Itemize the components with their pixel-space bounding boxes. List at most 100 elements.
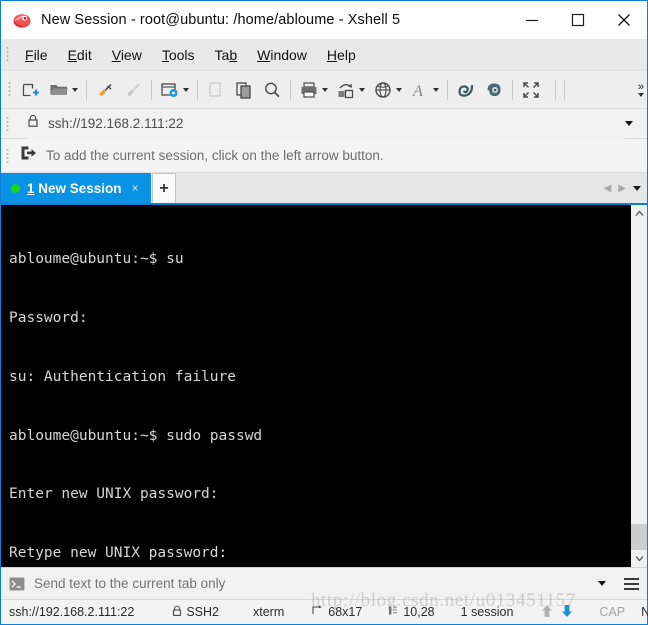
xshell-logo-icon: [11, 9, 33, 31]
terminal-scrollbar[interactable]: [630, 205, 647, 567]
compose-bar-button[interactable]: [452, 75, 480, 105]
menu-item-tools[interactable]: Tools: [152, 43, 205, 67]
print-caret-icon[interactable]: [322, 87, 328, 92]
send-text-dropdown-icon[interactable]: [598, 581, 606, 586]
status-host: ssh://192.168.2.111:22: [9, 605, 135, 619]
menu-tools-rest: ools: [168, 46, 195, 63]
menu-item-view[interactable]: View: [102, 43, 152, 67]
toolbar-separator: [447, 79, 448, 100]
address-bar: ssh://192.168.2.111:22: [1, 108, 647, 139]
menu-edit-rest: dit: [76, 46, 92, 63]
find-button[interactable]: [258, 75, 286, 105]
notification-gripper-icon: [3, 146, 12, 166]
close-button[interactable]: [601, 1, 647, 39]
green-connected-dot: [11, 183, 20, 193]
open-session-caret-icon[interactable]: [72, 87, 78, 92]
tab-bar: 1 New Session × + ◀ ▶: [1, 173, 647, 203]
status-terminal-type: xterm: [253, 605, 285, 619]
tab-next-icon[interactable]: ▶: [618, 183, 626, 194]
terminal-line: abloume@ubuntu:~$ sudo passwd: [9, 427, 263, 444]
cursor-position-icon: [388, 605, 398, 619]
scrollbar-track[interactable]: [631, 222, 647, 550]
session-properties-button[interactable]: [156, 75, 193, 105]
terminal-output[interactable]: abloume@ubuntu:~$ su Password: su: Authe…: [1, 205, 630, 567]
menu-gripper-icon[interactable]: [3, 45, 12, 65]
disconnect-button[interactable]: [119, 75, 147, 105]
notification-bar: To add the current session, click on the…: [1, 139, 647, 173]
terminal-line: Retype new UNIX password:: [9, 545, 228, 562]
upload-arrow-icon: [541, 604, 553, 621]
menu-item-help[interactable]: Help: [317, 43, 366, 67]
session-properties-caret-icon[interactable]: [183, 87, 189, 92]
toolbar-separator: [290, 79, 291, 100]
paste-button[interactable]: [230, 75, 258, 105]
toolbar-gripper-icon[interactable]: [5, 80, 14, 100]
maximize-button[interactable]: [555, 1, 601, 39]
menu-item-edit[interactable]: Edit: [58, 43, 102, 67]
new-tab-button[interactable]: +: [152, 173, 176, 203]
tab-navigation: ◀ ▶: [604, 173, 647, 203]
toolbar-overflow-label: »: [637, 80, 644, 93]
toolbar-separator: [512, 79, 513, 100]
menu-item-window[interactable]: Window: [247, 43, 317, 67]
font-caret-icon[interactable]: [433, 87, 439, 92]
svg-text:A: A: [412, 83, 423, 100]
command-prompt-icon: [9, 577, 25, 591]
menu-view-rest: iew: [120, 46, 142, 63]
status-size: 68x17: [312, 605, 362, 619]
transfer-caret-icon[interactable]: [359, 87, 365, 92]
fullscreen-button[interactable]: [517, 75, 545, 105]
toolbar-separator: [197, 79, 198, 100]
tab-new-session[interactable]: 1 New Session ×: [1, 173, 151, 203]
terminal-line: su: Authentication failure: [9, 368, 236, 385]
lock-icon: [27, 114, 39, 133]
font-button[interactable]: A: [406, 75, 443, 105]
window-title: New Session - root@ubuntu: /home/abloume…: [41, 12, 401, 28]
menu-help-rest: elp: [337, 46, 356, 63]
menu-item-file[interactable]: File: [15, 43, 58, 67]
status-size-label: 68x17: [328, 605, 363, 619]
print-button[interactable]: [295, 75, 332, 105]
add-session-arrow-icon[interactable]: [19, 144, 37, 167]
menu-item-tab[interactable]: Tab: [205, 43, 248, 67]
scrollbar-thumb[interactable]: [631, 524, 647, 550]
menu-file-rest: ile: [33, 46, 48, 63]
status-transfer-indicators: [541, 604, 573, 621]
title-bar: New Session - root@ubuntu: /home/abloume…: [1, 1, 647, 39]
hamburger-menu-icon[interactable]: [618, 569, 644, 599]
tab-close-icon[interactable]: ×: [132, 182, 139, 194]
new-session-button[interactable]: [17, 75, 45, 105]
status-position: 10,28: [388, 605, 435, 619]
address-input[interactable]: ssh://192.168.2.111:22: [27, 108, 625, 139]
transfer-button[interactable]: [332, 75, 369, 105]
toolbar-separator: [555, 79, 556, 100]
encoding-button[interactable]: [369, 75, 406, 105]
toolbar: A »: [1, 71, 647, 109]
menu-tab-key: b: [229, 46, 238, 63]
copy-button[interactable]: [202, 75, 230, 105]
menu-view-key: V: [111, 46, 121, 63]
toolbar-overflow-button[interactable]: »: [637, 80, 644, 97]
tab-title: New Session: [34, 180, 122, 196]
status-position-label: 10,28: [403, 605, 435, 619]
tab-prev-icon[interactable]: ◀: [604, 183, 612, 194]
highlight-button[interactable]: [480, 75, 508, 105]
menu-edit-key: E: [67, 46, 77, 63]
status-protocol: SSH2: [172, 605, 219, 620]
menu-window-rest: indow: [270, 46, 307, 63]
encoding-caret-icon[interactable]: [396, 87, 402, 92]
status-caps-lock: CAP: [599, 605, 626, 619]
scroll-up-button[interactable]: [631, 205, 647, 222]
tab-list-icon[interactable]: [633, 185, 641, 191]
tab-index: 1: [27, 180, 35, 196]
open-session-button[interactable]: [45, 75, 82, 105]
status-num-lock: NUM: [641, 605, 648, 619]
screen-size-icon: [312, 605, 323, 619]
scroll-down-button[interactable]: [631, 550, 647, 567]
minimize-button[interactable]: [509, 1, 555, 39]
address-gripper-icon[interactable]: [3, 114, 12, 134]
send-text-input[interactable]: Send text to the current tab only: [34, 576, 598, 591]
address-dropdown-icon[interactable]: [625, 121, 633, 126]
connect-button[interactable]: [91, 75, 119, 105]
lock-icon: [172, 605, 182, 620]
